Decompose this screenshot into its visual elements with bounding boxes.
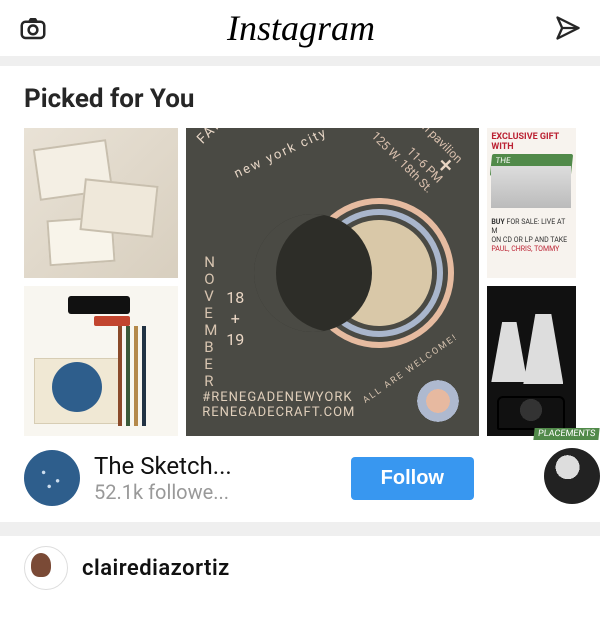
feed-username: clairediazortiz [82,556,230,581]
small-moon-graphic [417,380,459,422]
thumb-band-amp[interactable] [487,286,576,436]
app-header: Instagram [0,0,600,56]
poster-month-vertical: NOVEMBER [204,254,223,390]
next-profile-peek[interactable]: PLACEMENTS [510,448,600,628]
poster-site: RENEGADECRAFT.COM [202,405,355,420]
peek-avatar[interactable] [544,448,600,504]
promo-sale-text: BUY FOR SALE: LIVE AT MON CD OR LP AND T… [491,218,572,254]
poster-text-city: new york city [232,128,330,182]
left-thumb-column [24,128,178,436]
moon-graphic [282,198,432,348]
avatar[interactable] [24,450,80,506]
follow-button[interactable]: Follow [351,457,474,500]
poster-dates: 18 + 19 [226,288,244,349]
feed-avatar[interactable] [24,546,68,590]
thumb-replacements-promo[interactable]: EXCLUSIVE GIFT WITH THE REPLACEMENTS BUY… [487,128,576,278]
camera-icon[interactable] [18,13,48,43]
profile-name: The Sketch... [94,452,337,480]
suggested-profile-row: The Sketch... 52.1k followe... Follow [0,436,498,512]
paper-plane-icon[interactable] [554,14,582,42]
profile-followers: 52.1k followe... [94,480,337,504]
poster-date2: 19 [226,330,244,349]
right-thumb-column: EXCLUSIVE GIFT WITH THE REPLACEMENTS BUY… [487,128,576,436]
poster-date-plus: + [231,309,240,328]
section-divider [0,56,600,66]
poster-date1: 18 [226,288,244,307]
username-block[interactable]: The Sketch... 52.1k followe... [94,452,337,504]
app-title: Instagram [227,7,375,49]
thumb-sketchbooks[interactable] [24,128,178,278]
peek-tag: PLACEMENTS [533,428,600,440]
poster-hashtag: #RENEGADENEWYORK [202,390,355,405]
picked-carousel[interactable]: FAIR RENEGADE new york city metropolitan… [0,128,600,436]
band-photo [491,166,571,208]
poster-footer: #RENEGADENEWYORK RENEGADECRAFT.COM [202,390,355,420]
section-heading: Picked for You [0,66,600,128]
thumb-art-supplies[interactable] [24,286,178,436]
promo-header: EXCLUSIVE GIFT WITH [491,132,572,152]
poster-venue-block: metropolitan pavilion + 11-6 PM 125 W. 1… [346,128,465,196]
poster-renegade-craft[interactable]: FAIR RENEGADE new york city metropolitan… [186,128,479,436]
